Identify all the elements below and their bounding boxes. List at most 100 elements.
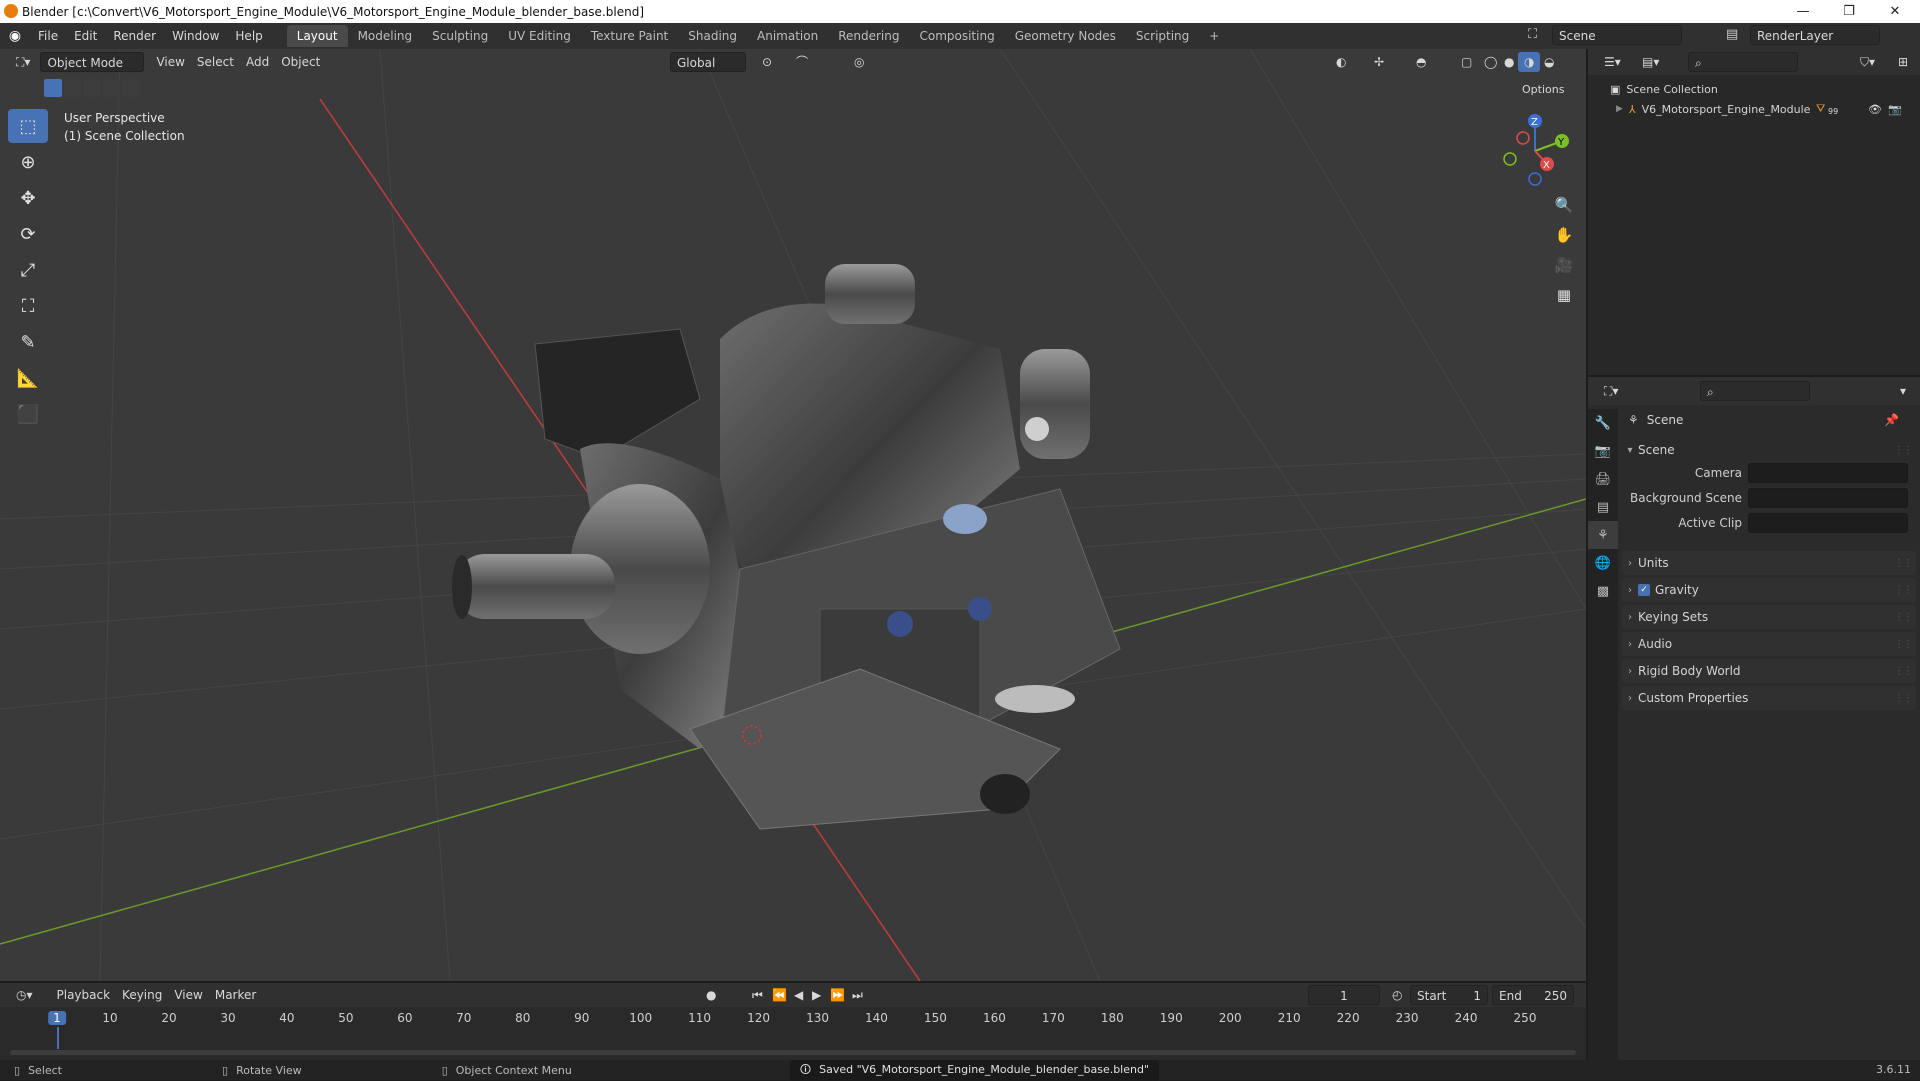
menu-edit[interactable]: Edit [66, 25, 105, 47]
select-new-icon[interactable] [44, 79, 62, 97]
current-frame-field[interactable]: 1 [1308, 985, 1380, 1005]
scene-section-header[interactable]: ▾ Scene ⋮⋮ [1622, 438, 1916, 462]
start-frame-field[interactable]: Start 1 [1410, 985, 1488, 1005]
navigation-gizmo[interactable]: Z Y X [1490, 111, 1580, 191]
visibility-icon[interactable]: ◐ [1330, 52, 1352, 72]
pan-hand-icon[interactable]: ✋ [1550, 221, 1578, 249]
tab-sculpting[interactable]: Sculpting [422, 25, 498, 47]
timeline-editor-icon[interactable]: ◷▾ [10, 985, 39, 1005]
rigid-body-world-panel[interactable]: › Rigid Body World ⋮⋮ [1622, 659, 1916, 683]
audio-panel[interactable]: › Audio ⋮⋮ [1622, 632, 1916, 656]
select-box-icon[interactable]: ⬚ [8, 109, 48, 143]
properties-options-icon[interactable]: ▾ [1894, 381, 1912, 401]
minimize-button[interactable]: — [1780, 0, 1826, 23]
menu-object[interactable]: Object [275, 52, 326, 72]
transform-orientation-dropdown[interactable]: Global [670, 52, 746, 72]
maximize-button[interactable]: ❐ [1826, 0, 1872, 23]
playhead-line[interactable] [57, 1027, 59, 1049]
gravity-checkbox[interactable]: ✓ [1638, 584, 1650, 596]
3d-viewport[interactable]: ⛶▾ Object Mode View Select Add Object Gl… [0, 49, 1586, 981]
proportional-edit-icon[interactable]: ◎ [848, 52, 870, 72]
jump-end-icon[interactable]: ⏭ [846, 985, 869, 1005]
expand-arrow-icon[interactable]: ▶ [1616, 104, 1623, 114]
timeline-view-menu[interactable]: View [168, 985, 208, 1005]
background-scene-field[interactable] [1748, 488, 1908, 508]
tab-scripting[interactable]: Scripting [1126, 25, 1199, 47]
marker-menu[interactable]: Marker [209, 985, 262, 1005]
move-icon[interactable]: ✥ [8, 181, 48, 215]
rotate-icon[interactable]: ⟳ [8, 217, 48, 251]
drag-grip-icon[interactable]: ⋮⋮ [1894, 445, 1913, 456]
xray-icon[interactable]: ▢ [1455, 52, 1478, 72]
use-preview-range-icon[interactable]: ◴ [1386, 985, 1408, 1005]
pin-icon[interactable]: 📌 [1884, 413, 1899, 427]
outliner-row-scene-collection[interactable]: ▣ Scene Collection [1610, 79, 1718, 99]
menu-select[interactable]: Select [191, 52, 240, 72]
camera-field[interactable] [1748, 463, 1908, 483]
render-camera-icon[interactable]: 📷 [1888, 103, 1902, 116]
add-workspace-button[interactable]: + [1199, 25, 1229, 47]
scene-name-field[interactable]: Scene [1552, 25, 1682, 45]
scene-tab-icon[interactable]: ⚘ [1588, 521, 1618, 549]
engine-model[interactable] [452, 264, 1121, 830]
add-cube-icon[interactable]: ⬛ [8, 397, 48, 431]
properties-editor-icon[interactable]: ⛶▾ [1598, 381, 1624, 401]
drag-grip-icon[interactable]: ⋮⋮ [1894, 558, 1913, 569]
tab-uv-editing[interactable]: UV Editing [498, 25, 581, 47]
tab-layout[interactable]: Layout [286, 25, 348, 47]
snap-icon[interactable]: ⌒ [790, 52, 814, 72]
measure-icon[interactable]: 📐 [8, 361, 48, 395]
tab-animation[interactable]: Animation [747, 25, 828, 47]
tab-modeling[interactable]: Modeling [348, 25, 423, 47]
render-tab-icon[interactable]: 📷 [1588, 437, 1618, 465]
select-intersect-icon[interactable] [122, 79, 140, 97]
view-layer-tab-icon[interactable]: ▤ [1588, 493, 1618, 521]
visibility-eye-icon[interactable]: 👁 [1868, 103, 1882, 116]
gravity-panel[interactable]: › ✓ Gravity ⋮⋮ [1622, 578, 1916, 602]
annotate-icon[interactable]: ✎ [8, 325, 48, 359]
transform-icon[interactable]: ⛶ [8, 289, 48, 323]
display-mode-icon[interactable]: ▤▾ [1636, 52, 1665, 72]
playback-menu[interactable]: Playback [51, 985, 117, 1005]
select-subtract-icon[interactable] [83, 79, 101, 97]
end-frame-field[interactable]: End 250 [1492, 985, 1574, 1005]
rendered-shading-icon[interactable]: ◒ [1538, 52, 1560, 72]
drag-grip-icon[interactable]: ⋮⋮ [1894, 612, 1913, 623]
view-layer-field[interactable]: RenderLayer [1750, 25, 1880, 45]
menu-render[interactable]: Render [105, 25, 164, 47]
outliner-row-object[interactable]: ▶ ⅄ V6_Motorsport_Engine_Module ⛛ 99 👁 📷 [1616, 99, 1916, 119]
options-dropdown[interactable]: Options [1516, 80, 1570, 100]
tool-tab-icon[interactable]: 🔧 [1588, 409, 1618, 437]
filter-icon[interactable]: ⛉▾ [1854, 52, 1881, 72]
outliner-search-input[interactable]: ⌕ [1688, 52, 1798, 72]
close-button[interactable]: ✕ [1872, 0, 1918, 23]
menu-window[interactable]: Window [164, 25, 227, 47]
view-layer-icon[interactable]: ▤ [1726, 27, 1748, 45]
texture-tab-icon[interactable]: ▩ [1588, 577, 1618, 605]
gizmo-toggle-icon[interactable]: ✢ [1368, 52, 1390, 72]
frame-ruler[interactable]: 1 10 20 30 40 50 60 70 80 90 100 110 120 130 140 150 160… [0, 1007, 1586, 1049]
menu-add[interactable]: Add [240, 52, 275, 72]
ortho-grid-icon[interactable]: ▦ [1550, 281, 1578, 309]
blender-menu-icon[interactable]: ◉ [0, 28, 30, 44]
camera-view-icon[interactable]: 🎥 [1550, 251, 1578, 279]
drag-grip-icon[interactable]: ⋮⋮ [1894, 639, 1913, 650]
object-mode-dropdown[interactable]: Object Mode [40, 52, 145, 72]
world-tab-icon[interactable]: 🌐 [1588, 549, 1618, 577]
pivot-point-icon[interactable]: ⊙ [756, 52, 778, 72]
auto-keying-icon[interactable]: ● [700, 985, 722, 1005]
cursor-icon[interactable]: ⊕ [8, 145, 48, 179]
select-invert-icon[interactable] [102, 79, 121, 97]
tab-compositing[interactable]: Compositing [909, 25, 1004, 47]
tab-rendering[interactable]: Rendering [828, 25, 909, 47]
keying-sets-panel[interactable]: › Keying Sets ⋮⋮ [1622, 605, 1916, 629]
custom-properties-panel[interactable]: › Custom Properties ⋮⋮ [1622, 686, 1916, 710]
output-tab-icon[interactable]: 🖨 [1588, 465, 1618, 493]
active-clip-field[interactable] [1748, 513, 1908, 533]
menu-view[interactable]: View [150, 52, 190, 72]
new-collection-icon[interactable]: ⊞ [1892, 52, 1914, 72]
keying-menu[interactable]: Keying [116, 985, 168, 1005]
tab-texture-paint[interactable]: Texture Paint [581, 25, 678, 47]
overlay-toggle-icon[interactable]: ◓ [1410, 52, 1432, 72]
drag-grip-icon[interactable]: ⋮⋮ [1894, 666, 1913, 677]
